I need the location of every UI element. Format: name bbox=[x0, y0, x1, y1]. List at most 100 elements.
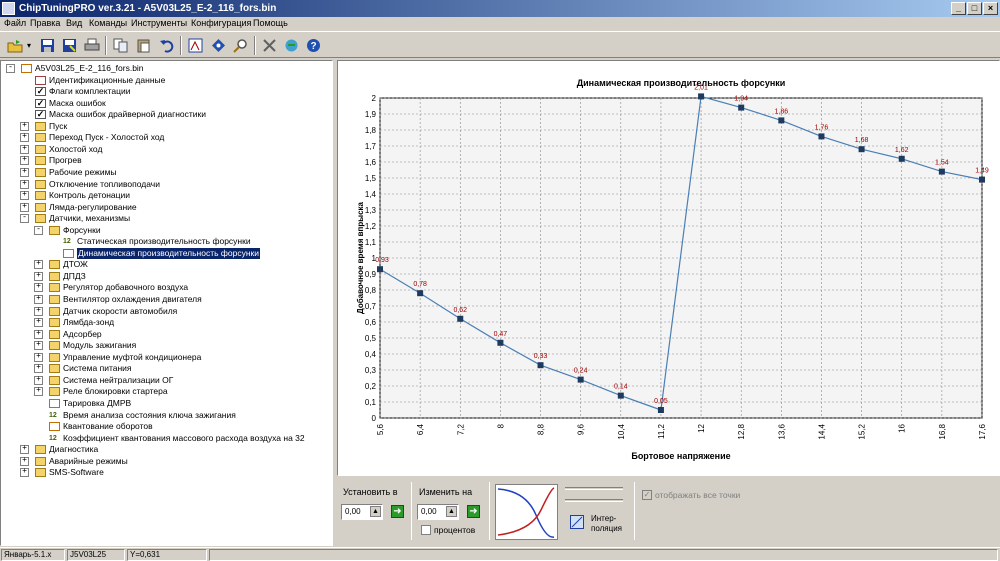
data-point[interactable] bbox=[457, 315, 464, 322]
menu-config[interactable]: Конфигурация bbox=[191, 17, 251, 30]
menu-file[interactable]: Файл bbox=[4, 17, 26, 30]
maximize-button[interactable]: □ bbox=[967, 2, 982, 15]
tree-item[interactable]: 12 Статическая производительность форсунк… bbox=[1, 236, 331, 247]
tree-item[interactable]: + Реле блокировки стартера bbox=[1, 386, 331, 397]
help-icon[interactable]: ? bbox=[303, 35, 324, 56]
expand-icon[interactable]: + bbox=[34, 318, 43, 328]
tree-item[interactable]: + Лямбда-зонд bbox=[1, 317, 331, 328]
data-point[interactable] bbox=[818, 133, 825, 140]
expand-icon[interactable]: + bbox=[34, 341, 43, 351]
expand-icon[interactable]: + bbox=[34, 375, 43, 385]
dropdown-arrow-icon[interactable]: ▾ bbox=[24, 35, 34, 56]
collapse-icon[interactable]: - bbox=[34, 225, 43, 235]
tree-item[interactable]: + Вентилятор охлаждения двигателя bbox=[1, 294, 331, 305]
tree-view[interactable]: - A5V03L25_E-2_116_fors.bin Идентификацион… bbox=[0, 60, 333, 546]
data-point[interactable] bbox=[698, 93, 705, 100]
expand-icon[interactable]: + bbox=[34, 306, 43, 316]
checksum-icon[interactable] bbox=[208, 35, 229, 56]
tree-item[interactable]: + Регулятор добавочного воздуха bbox=[1, 282, 331, 293]
data-point[interactable] bbox=[938, 168, 945, 175]
tree-item[interactable]: + Диагностика bbox=[1, 444, 331, 455]
save-as-icon[interactable] bbox=[59, 35, 80, 56]
tools-icon[interactable] bbox=[259, 35, 280, 56]
expand-icon[interactable]: + bbox=[20, 456, 29, 466]
tree-item[interactable]: + Датчик скорости автомобиля bbox=[1, 306, 331, 317]
tree-item[interactable]: ✓ Флаги комплектации bbox=[1, 86, 331, 97]
expand-icon[interactable]: + bbox=[20, 179, 29, 189]
close-button[interactable]: × bbox=[983, 2, 998, 15]
menu-help[interactable]: Помощь bbox=[253, 17, 288, 30]
print-icon[interactable] bbox=[81, 35, 102, 56]
tree-item[interactable]: + Лямда-регулирование bbox=[1, 202, 331, 213]
percent-checkbox[interactable] bbox=[421, 525, 431, 535]
expand-icon[interactable]: + bbox=[20, 144, 29, 154]
tree-item[interactable]: - Датчики, механизмы bbox=[1, 213, 331, 224]
menu-edit[interactable]: Правка bbox=[30, 17, 60, 30]
paste-icon[interactable] bbox=[133, 35, 154, 56]
data-point[interactable] bbox=[858, 146, 865, 153]
data-point[interactable] bbox=[898, 155, 905, 162]
data-point[interactable] bbox=[738, 104, 745, 111]
tree-item[interactable]: + ДТОЖ bbox=[1, 259, 331, 270]
tree-item[interactable]: + ДПДЗ bbox=[1, 271, 331, 282]
tree-item[interactable]: + Модуль зажигания bbox=[1, 340, 331, 351]
tree-item[interactable]: + Аварийные режимы bbox=[1, 456, 331, 467]
update-icon[interactable] bbox=[281, 35, 302, 56]
data-point[interactable] bbox=[377, 266, 383, 273]
data-point[interactable] bbox=[417, 290, 424, 297]
expand-icon[interactable]: + bbox=[20, 445, 29, 455]
data-point[interactable] bbox=[537, 362, 544, 369]
expand-icon[interactable]: + bbox=[20, 156, 29, 166]
data-point[interactable] bbox=[497, 339, 504, 346]
interpolation-icon[interactable] bbox=[570, 515, 584, 529]
expand-icon[interactable]: + bbox=[20, 167, 29, 177]
tree-item[interactable]: + Прогрев bbox=[1, 155, 331, 166]
tree-item[interactable]: 12 Коэффициент квантования массового расх… bbox=[1, 433, 331, 444]
copy-icon[interactable] bbox=[110, 35, 131, 56]
search-icon[interactable] bbox=[230, 35, 251, 56]
save-icon[interactable] bbox=[37, 35, 58, 56]
slider-track-2[interactable] bbox=[565, 499, 623, 502]
show-all-points-checkbox[interactable]: ✓ bbox=[642, 490, 652, 500]
expand-icon[interactable]: + bbox=[20, 468, 29, 478]
tree-item[interactable]: Идентификационные данные bbox=[1, 75, 331, 86]
menu-commands[interactable]: Команды bbox=[89, 17, 127, 30]
expand-icon[interactable]: + bbox=[34, 329, 43, 339]
data-point[interactable] bbox=[617, 392, 624, 399]
tree-item[interactable]: Тарировка ДМРВ bbox=[1, 398, 331, 409]
menu-view[interactable]: Вид bbox=[66, 17, 82, 30]
expand-icon[interactable]: + bbox=[34, 352, 43, 362]
tree-item[interactable]: + Система нейтрализации ОГ bbox=[1, 375, 331, 386]
tree-item[interactable]: + Адсорбер bbox=[1, 329, 331, 340]
expand-icon[interactable]: + bbox=[34, 283, 43, 293]
change-value-spin-icon[interactable]: ▲ bbox=[446, 506, 457, 517]
tree-item[interactable]: Квантование оборотов bbox=[1, 421, 331, 432]
data-point[interactable] bbox=[577, 376, 584, 383]
tree-item[interactable]: ✓ Маска ошибок bbox=[1, 98, 331, 109]
expand-icon[interactable]: + bbox=[34, 364, 43, 374]
apply-set-button[interactable]: ➜ bbox=[391, 505, 404, 518]
expand-icon[interactable]: + bbox=[34, 271, 43, 281]
data-point[interactable] bbox=[979, 176, 985, 183]
slider-track-1[interactable] bbox=[565, 487, 623, 490]
tree-item[interactable]: - A5V03L25_E-2_116_fors.bin bbox=[1, 63, 331, 74]
tree-item[interactable]: + Система питания bbox=[1, 363, 331, 374]
tree-item[interactable]: + Контроль детонации bbox=[1, 190, 331, 201]
collapse-icon[interactable]: - bbox=[6, 64, 15, 73]
expand-icon[interactable]: + bbox=[20, 121, 29, 131]
tree-item[interactable]: + Пуск bbox=[1, 121, 331, 132]
tree-item[interactable]: + Отключение топливоподачи bbox=[1, 179, 331, 190]
tree-item[interactable]: + Управление муфтой кондиционера bbox=[1, 352, 331, 363]
collapse-icon[interactable]: - bbox=[20, 214, 29, 224]
expand-icon[interactable]: + bbox=[34, 295, 43, 304]
expand-icon[interactable]: + bbox=[20, 133, 29, 143]
tree-item[interactable]: 12 Время анализа состояния ключа зажигани… bbox=[1, 410, 331, 421]
apply-change-button[interactable]: ➜ bbox=[467, 505, 480, 518]
tree-item[interactable]: + Рабочие режимы bbox=[1, 167, 331, 178]
data-point[interactable] bbox=[778, 117, 785, 124]
tree-item[interactable]: + Переход Пуск - Холостой ход bbox=[1, 132, 331, 143]
tree-item[interactable]: + Холостой ход bbox=[1, 144, 331, 155]
calibration-icon[interactable] bbox=[185, 35, 206, 56]
expand-icon[interactable]: + bbox=[20, 202, 29, 212]
expand-icon[interactable]: + bbox=[34, 387, 43, 397]
